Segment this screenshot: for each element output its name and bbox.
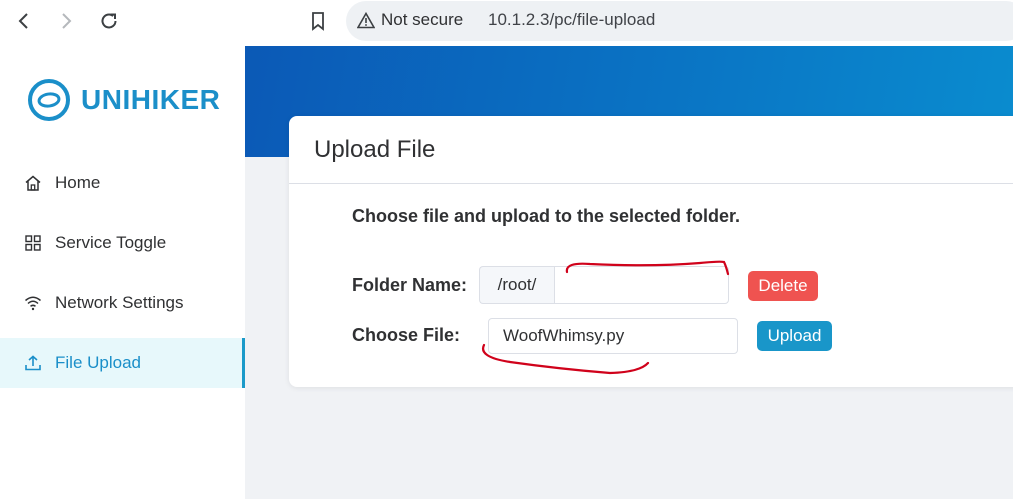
address-bar[interactable]: Not secure 10.1.2.3/pc/file-upload [346, 1, 1013, 41]
sidebar-item-file-upload[interactable]: File Upload [0, 338, 245, 388]
page-title: Upload File [314, 135, 436, 163]
folder-name-label: Folder Name: [352, 275, 468, 295]
logo-text: UNIHIKER [81, 84, 221, 115]
sidebar-item-network-settings[interactable]: Network Settings [0, 278, 245, 328]
sidebar-item-home[interactable]: Home [0, 158, 245, 208]
delete-button[interactable]: Delete [748, 271, 818, 301]
file-input[interactable]: WoofWhimsy.py [488, 318, 738, 354]
sidebar-item-label: File Upload [55, 353, 141, 372]
unihiker-logo-icon [28, 79, 70, 121]
sidebar-item-label: Home [55, 173, 101, 192]
instruction-text: Choose file and upload to the selected f… [352, 206, 741, 226]
warning-icon[interactable] [356, 11, 376, 34]
sidebar: UNIHIKER Home Service Toggle Network Set… [0, 46, 245, 499]
back-icon[interactable] [11, 8, 37, 34]
wifi-icon [24, 294, 42, 312]
security-status[interactable]: Not secure [381, 10, 463, 30]
folder-name-input[interactable] [554, 266, 729, 304]
upload-icon [24, 354, 42, 372]
folder-prefix: /root/ [479, 266, 554, 304]
browser-toolbar: Not secure 10.1.2.3/pc/file-upload [0, 0, 1013, 46]
sidebar-item-service-toggle[interactable]: Service Toggle [0, 218, 245, 268]
bookmark-icon[interactable] [305, 8, 331, 34]
upload-button[interactable]: Upload [757, 321, 832, 351]
sidebar-item-label: Network Settings [55, 293, 184, 312]
main-content: Upload File Choose file and upload to th… [245, 46, 1013, 499]
home-icon [24, 174, 42, 192]
reload-icon[interactable] [96, 8, 122, 34]
sidebar-item-label: Service Toggle [55, 233, 167, 252]
url-text[interactable]: 10.1.2.3/pc/file-upload [488, 10, 655, 30]
grid-icon [24, 234, 42, 252]
upload-card: Upload File Choose file and upload to th… [289, 116, 1013, 387]
logo: UNIHIKER [27, 78, 220, 122]
forward-icon[interactable] [53, 8, 79, 34]
card-header: Upload File [289, 116, 1013, 184]
choose-file-label: Choose File: [352, 325, 461, 345]
